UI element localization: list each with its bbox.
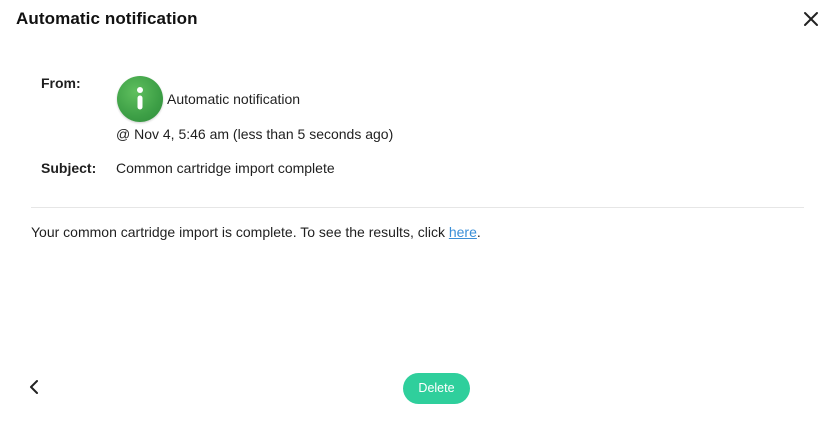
sender-name: Automatic notification: [167, 91, 301, 107]
close-button[interactable]: [801, 9, 821, 29]
dialog-title: Automatic notification: [16, 9, 198, 28]
subject-label: Subject:: [41, 160, 97, 176]
body-text-suffix: .: [476, 224, 481, 240]
sender-avatar: [117, 76, 163, 122]
close-icon: [804, 12, 818, 26]
back-button[interactable]: [27, 378, 43, 396]
body-text-prefix: Your common cartridge import is complete…: [31, 224, 449, 240]
delete-button[interactable]: Delete: [403, 373, 470, 404]
subject-value: Common cartridge import complete: [116, 160, 335, 176]
notification-dialog: Automatic notification From: Automatic n…: [0, 0, 835, 426]
message-timestamp: @ Nov 4, 5:46 am (less than 5 seconds ag…: [116, 126, 394, 142]
message-body: Your common cartridge import is complete…: [31, 224, 481, 240]
info-icon: [137, 87, 143, 110]
results-link[interactable]: here: [449, 224, 477, 240]
chevron-left-icon: [30, 380, 38, 394]
divider: [31, 207, 804, 208]
from-label: From:: [41, 75, 81, 91]
